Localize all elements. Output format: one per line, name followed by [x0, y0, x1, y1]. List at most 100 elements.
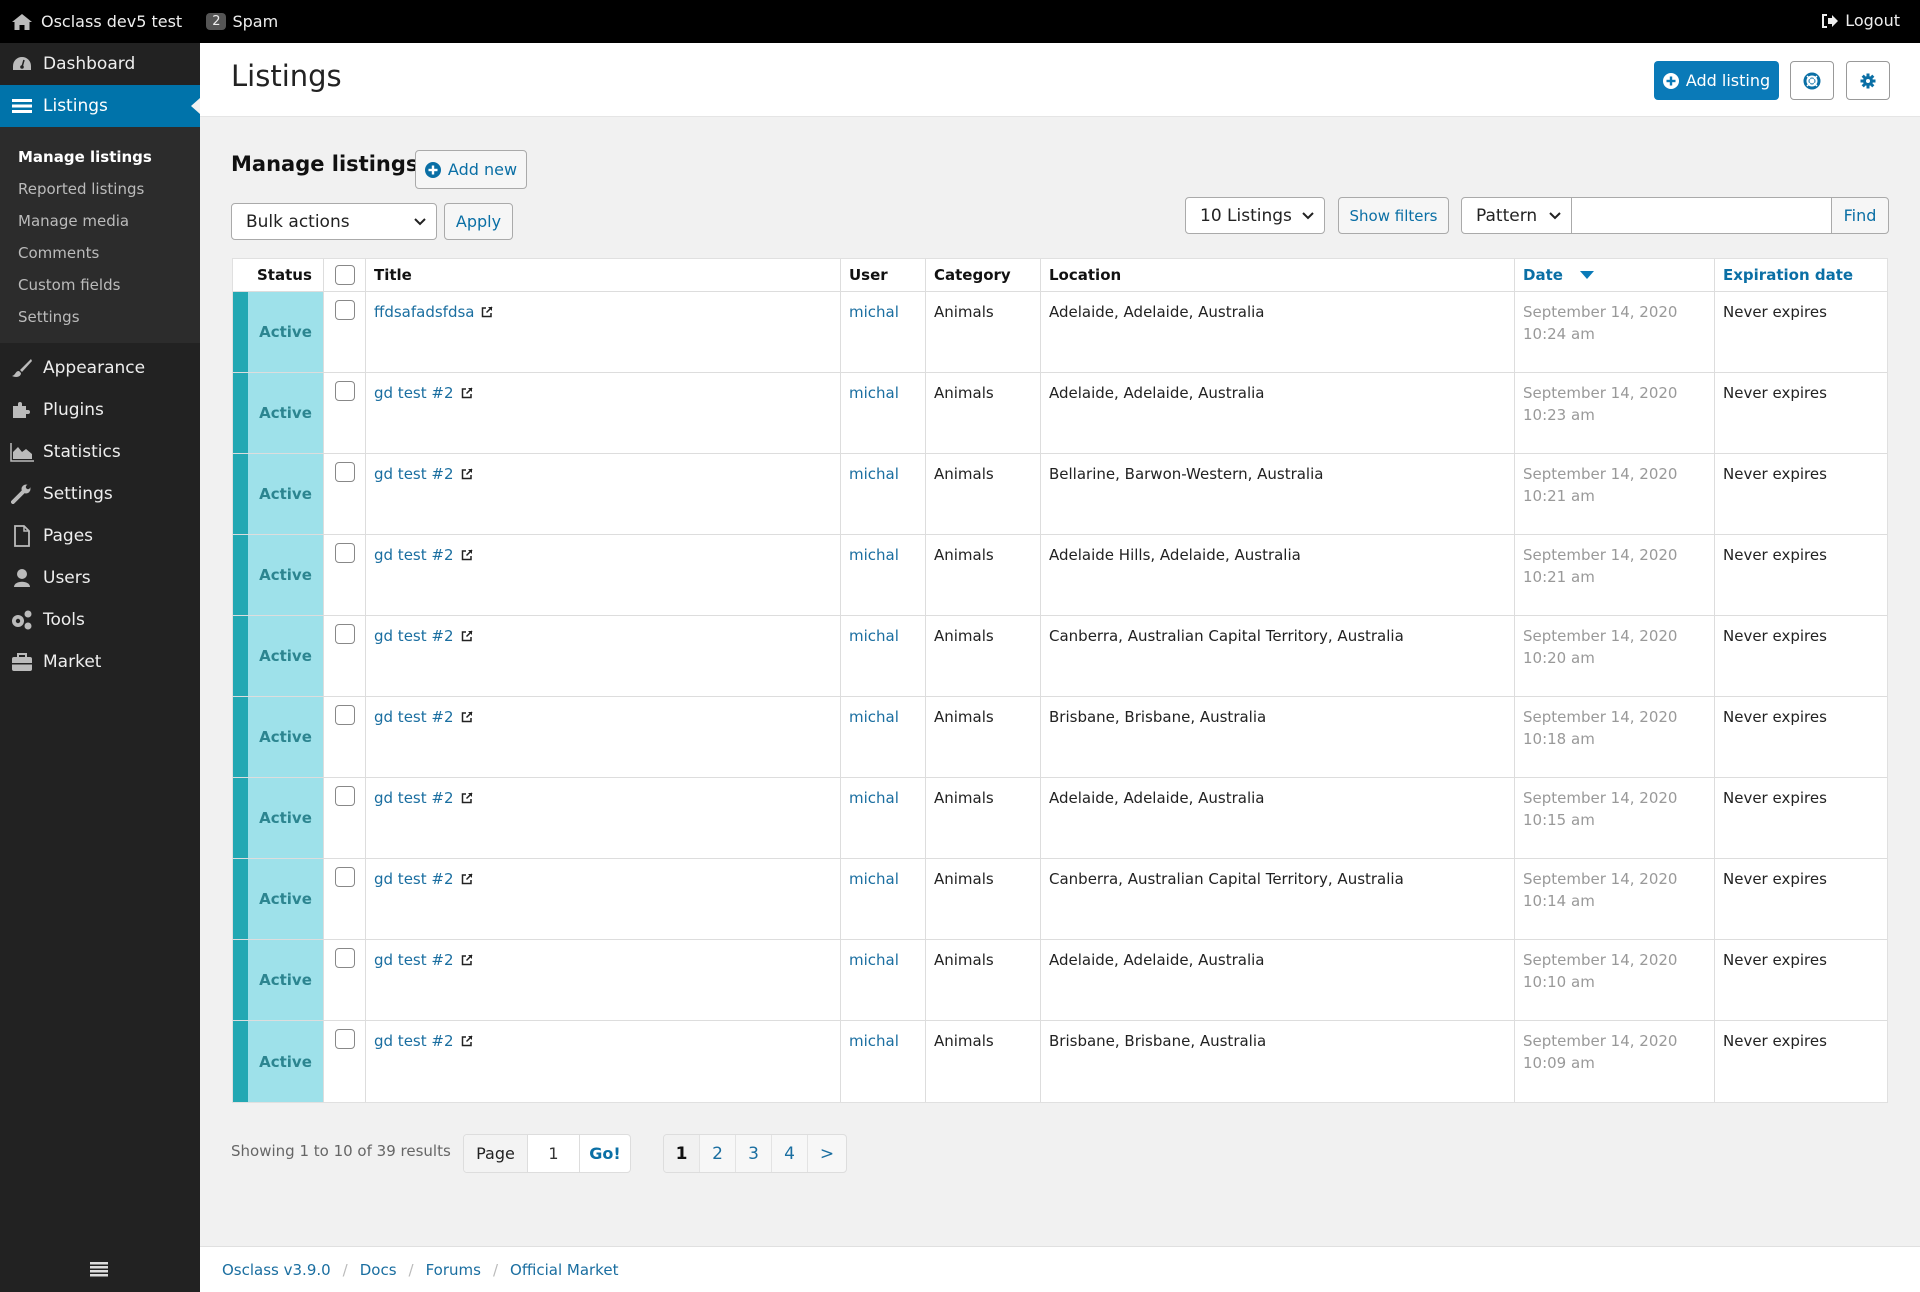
listing-title-link[interactable]: gd test #2 [374, 870, 454, 888]
row-checkbox[interactable] [334, 786, 355, 806]
sidebar: Dashboard Listings Manage listings Repor… [0, 43, 200, 1292]
external-link-icon[interactable] [461, 549, 473, 561]
apply-button[interactable]: Apply [444, 203, 513, 240]
sidebar-item-statistics[interactable]: Statistics [0, 431, 200, 473]
listing-title-link[interactable]: gd test #2 [374, 1032, 454, 1050]
column-header-date[interactable]: Date [1515, 259, 1715, 291]
listing-title-link[interactable]: gd test #2 [374, 708, 454, 726]
sidebar-item-settings[interactable]: Settings [0, 473, 200, 515]
row-checkbox[interactable] [334, 543, 355, 563]
user-link[interactable]: michal [849, 384, 899, 402]
listing-title-link[interactable]: gd test #2 [374, 627, 454, 645]
user-link[interactable]: michal [849, 546, 899, 564]
external-link-icon[interactable] [461, 387, 473, 399]
listing-title-link[interactable]: ffdsafadsfdsa [374, 303, 474, 321]
user-link[interactable]: michal [849, 870, 899, 888]
user-link[interactable]: michal [849, 465, 899, 483]
spam-link[interactable]: 2 Spam [206, 12, 278, 31]
column-header-expiration[interactable]: Expiration date [1715, 259, 1887, 291]
category-cell: Animals [926, 373, 1041, 453]
next-page-link[interactable]: > [808, 1135, 846, 1172]
user-link[interactable]: michal [849, 951, 899, 969]
footer-link-version[interactable]: Osclass v3.9.0 [222, 1261, 331, 1279]
help-button[interactable] [1790, 61, 1834, 100]
external-link-icon[interactable] [461, 792, 473, 804]
per-page-value: 10 Listings [1200, 205, 1292, 226]
sidebar-item-dashboard[interactable]: Dashboard [0, 43, 200, 85]
user-cell: michal [841, 373, 926, 453]
find-button[interactable]: Find [1831, 197, 1889, 234]
footer-link-forums[interactable]: Forums [426, 1261, 481, 1279]
row-checkbox[interactable] [334, 624, 355, 644]
collapse-menu-button[interactable] [90, 1261, 108, 1281]
row-checkbox[interactable] [334, 867, 355, 887]
bulk-actions-value: Bulk actions [246, 211, 350, 232]
external-link-icon[interactable] [481, 306, 494, 318]
external-link-icon[interactable] [461, 873, 473, 885]
listing-title-link[interactable]: gd test #2 [374, 465, 454, 483]
submenu-settings[interactable]: Settings [0, 301, 200, 333]
page-link-1[interactable]: 1 [664, 1135, 700, 1172]
submenu-manage-media[interactable]: Manage media [0, 205, 200, 237]
title-cell: gd test #2 [366, 778, 841, 858]
category-cell: Animals [926, 454, 1041, 534]
user-link[interactable]: michal [849, 708, 899, 726]
row-checkbox[interactable] [334, 300, 355, 320]
row-checkbox[interactable] [334, 462, 355, 482]
external-link-icon[interactable] [461, 630, 473, 642]
user-cell: michal [841, 697, 926, 777]
per-page-select[interactable]: 10 Listings [1185, 197, 1325, 234]
row-checkbox[interactable] [334, 381, 355, 401]
page-link-4[interactable]: 4 [772, 1135, 808, 1172]
row-checkbox[interactable] [334, 948, 355, 968]
footer-link-docs[interactable]: Docs [360, 1261, 397, 1279]
sidebar-item-appearance[interactable]: Appearance [0, 347, 200, 389]
page-link-2[interactable]: 2 [700, 1135, 736, 1172]
listing-title-link[interactable]: gd test #2 [374, 384, 454, 402]
submenu-comments[interactable]: Comments [0, 237, 200, 269]
sidebar-item-market[interactable]: Market [0, 641, 200, 683]
search-type-select[interactable]: Pattern [1461, 197, 1572, 234]
add-new-button[interactable]: Add new [415, 150, 527, 189]
bulk-actions-select[interactable]: Bulk actions [231, 203, 437, 240]
sidebar-item-users[interactable]: Users [0, 557, 200, 599]
search-input[interactable] [1572, 197, 1831, 234]
status-strip [233, 940, 248, 1020]
external-link-icon[interactable] [461, 468, 473, 480]
row-checkbox[interactable] [334, 1029, 355, 1049]
user-link[interactable]: michal [849, 627, 899, 645]
submenu-manage-listings[interactable]: Manage listings [0, 141, 200, 173]
row-select-cell [324, 778, 366, 858]
top-bar: Osclass dev5 test 2 Spam Logout [0, 0, 1920, 43]
show-filters-button[interactable]: Show filters [1338, 197, 1449, 234]
category-cell: Animals [926, 697, 1041, 777]
listing-title-link[interactable]: gd test #2 [374, 951, 454, 969]
sidebar-item-plugins[interactable]: Plugins [0, 389, 200, 431]
external-link-icon[interactable] [461, 1035, 473, 1047]
settings-button[interactable] [1846, 61, 1890, 100]
site-home-link[interactable]: Osclass dev5 test [11, 12, 182, 31]
listing-title-link[interactable]: gd test #2 [374, 789, 454, 807]
submenu-reported-listings[interactable]: Reported listings [0, 173, 200, 205]
page-number-input[interactable]: 1 [528, 1135, 580, 1172]
footer-link-market[interactable]: Official Market [510, 1261, 618, 1279]
submenu-custom-fields[interactable]: Custom fields [0, 269, 200, 301]
sidebar-item-tools[interactable]: Tools [0, 599, 200, 641]
sidebar-item-listings[interactable]: Listings [0, 85, 200, 127]
external-link-icon[interactable] [461, 711, 473, 723]
row-checkbox[interactable] [334, 705, 355, 725]
chevron-down-icon [1549, 211, 1561, 219]
select-all-checkbox[interactable] [334, 265, 355, 285]
page-link-3[interactable]: 3 [736, 1135, 772, 1172]
listing-title-link[interactable]: gd test #2 [374, 546, 454, 564]
sidebar-item-pages[interactable]: Pages [0, 515, 200, 557]
user-link[interactable]: michal [849, 789, 899, 807]
add-listing-button[interactable]: Add listing [1654, 61, 1779, 100]
user-link[interactable]: michal [849, 1032, 899, 1050]
user-link[interactable]: michal [849, 303, 899, 321]
dashboard-icon [10, 52, 34, 76]
logout-link[interactable]: Logout [1821, 11, 1900, 30]
external-link-icon[interactable] [461, 954, 473, 966]
row-select-cell [324, 454, 366, 534]
go-button[interactable]: Go! [580, 1135, 630, 1172]
